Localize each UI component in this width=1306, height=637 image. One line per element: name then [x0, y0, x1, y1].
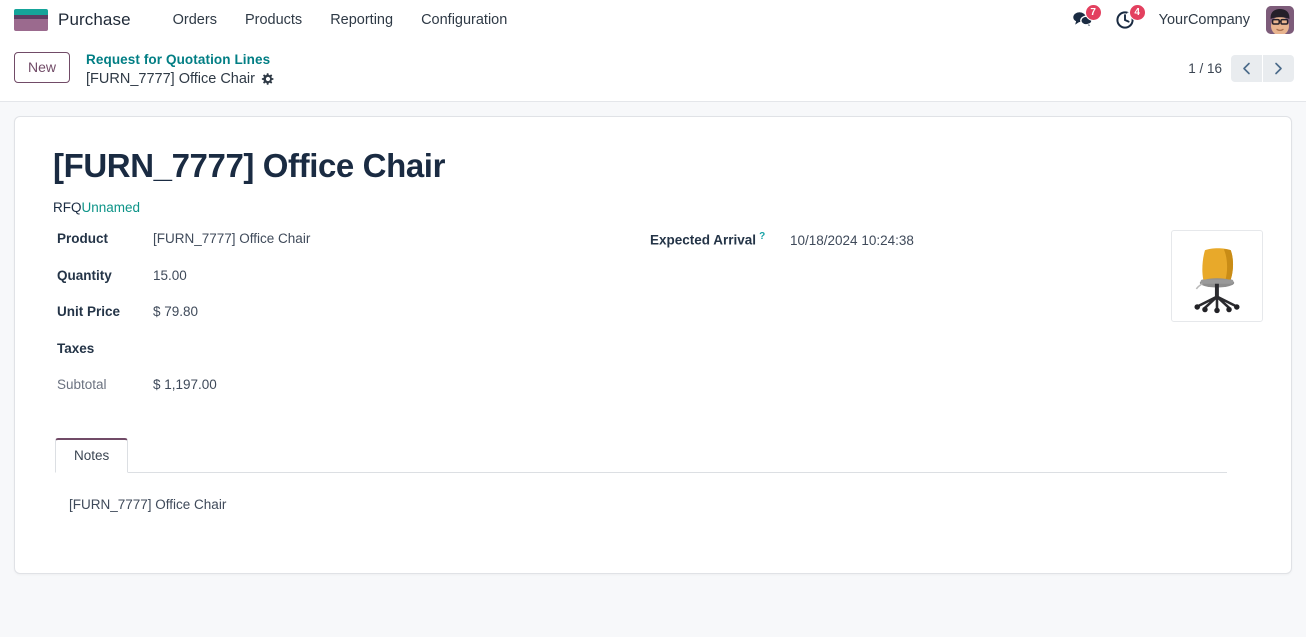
notebook-tabs: Notes [55, 437, 1227, 473]
top-navbar: Purchase Orders Products Reporting Confi… [0, 0, 1306, 40]
field-quantity: Quantity 15.00 [57, 267, 626, 304]
form-left-column: Product [FURN_7777] Office Chair Quantit… [41, 230, 626, 413]
field-label-unit-price: Unit Price [57, 304, 121, 320]
pager-previous-button[interactable] [1231, 55, 1262, 82]
field-product: Product [FURN_7777] Office Chair [57, 230, 626, 267]
field-value-product[interactable]: [FURN_7777] Office Chair [153, 230, 310, 249]
field-unit-price: Unit Price $ 79.80 [57, 303, 626, 340]
expected-arrival-text: Expected Arrival [650, 232, 757, 248]
brand-block[interactable]: Purchase [8, 9, 131, 31]
navbar-right-group: 7 4 YourCompany [1071, 4, 1296, 34]
rfq-row: RFQUnnamed [53, 199, 1263, 217]
pager-next-button[interactable] [1263, 55, 1294, 82]
user-avatar[interactable] [1266, 6, 1294, 34]
field-label-product: Product [57, 231, 109, 247]
field-value-unit-price[interactable]: $ 79.80 [153, 303, 198, 322]
odoo-logo-bars-icon[interactable] [14, 9, 48, 31]
field-label-expected-arrival: Expected Arrival? [650, 230, 790, 250]
menu-item-products[interactable]: Products [231, 3, 316, 37]
activities-count-badge: 4 [1128, 4, 1146, 21]
page-title: [FURN_7777] Office Chair [53, 147, 446, 184]
field-taxes: Taxes [57, 340, 626, 377]
field-label-taxes: Taxes [57, 340, 95, 356]
control-panel: New Request for Quotation Lines [FURN_77… [0, 40, 1306, 102]
field-value-expected-arrival[interactable]: 10/18/2024 10:24:38 [790, 232, 914, 251]
rfq-value-link[interactable]: Unnamed [82, 200, 141, 215]
sheet-container: [FURN_7777] Office Chair RFQUnnamed Prod… [0, 102, 1306, 574]
form-columns: Product [FURN_7777] Office Chair Quantit… [41, 230, 1263, 413]
tab-notes[interactable]: Notes [55, 437, 129, 473]
app-name[interactable]: Purchase [58, 10, 131, 30]
company-name[interactable]: YourCompany [1159, 12, 1250, 28]
menu-item-orders[interactable]: Orders [159, 3, 231, 37]
menu-item-reporting[interactable]: Reporting [316, 3, 407, 37]
field-subtotal: Subtotal $ 1,197.00 [57, 376, 626, 413]
messages-count-badge: 7 [1084, 4, 1102, 21]
field-label-quantity: Quantity [57, 267, 112, 283]
notebook: Notes [FURN_7777] Office Chair [55, 437, 1227, 515]
gear-icon[interactable] [261, 72, 275, 86]
new-record-button[interactable]: New [14, 52, 71, 83]
breadcrumb: Request for Quotation Lines [FURN_7777] … [86, 50, 275, 89]
main-menu: Orders Products Reporting Configuration [159, 3, 522, 37]
form-right-column: Expected Arrival? 10/18/2024 10:24:38 [626, 230, 1263, 413]
clock-activity-icon[interactable]: 4 [1115, 4, 1146, 32]
pager-counter: 1 / 16 [1188, 61, 1222, 76]
product-image[interactable] [1171, 230, 1263, 323]
messages-icon[interactable]: 7 [1071, 4, 1102, 32]
pager-buttons [1231, 55, 1294, 82]
breadcrumb-current-label: [FURN_7777] Office Chair [86, 70, 255, 87]
breadcrumb-current: [FURN_7777] Office Chair [86, 70, 275, 90]
notes-content[interactable]: [FURN_7777] Office Chair [55, 473, 1227, 515]
pager: 1 / 16 [1188, 50, 1294, 82]
record-form-sheet: [FURN_7777] Office Chair RFQUnnamed Prod… [14, 116, 1292, 574]
field-value-subtotal: $ 1,197.00 [153, 377, 217, 393]
field-label-subtotal: Subtotal [57, 377, 107, 393]
rfq-label: RFQ [53, 199, 82, 215]
menu-item-configuration[interactable]: Configuration [407, 3, 521, 37]
field-value-quantity[interactable]: 15.00 [153, 267, 187, 286]
help-tooltip-icon[interactable]: ? [759, 231, 765, 242]
breadcrumb-parent-link[interactable]: Request for Quotation Lines [86, 51, 275, 69]
